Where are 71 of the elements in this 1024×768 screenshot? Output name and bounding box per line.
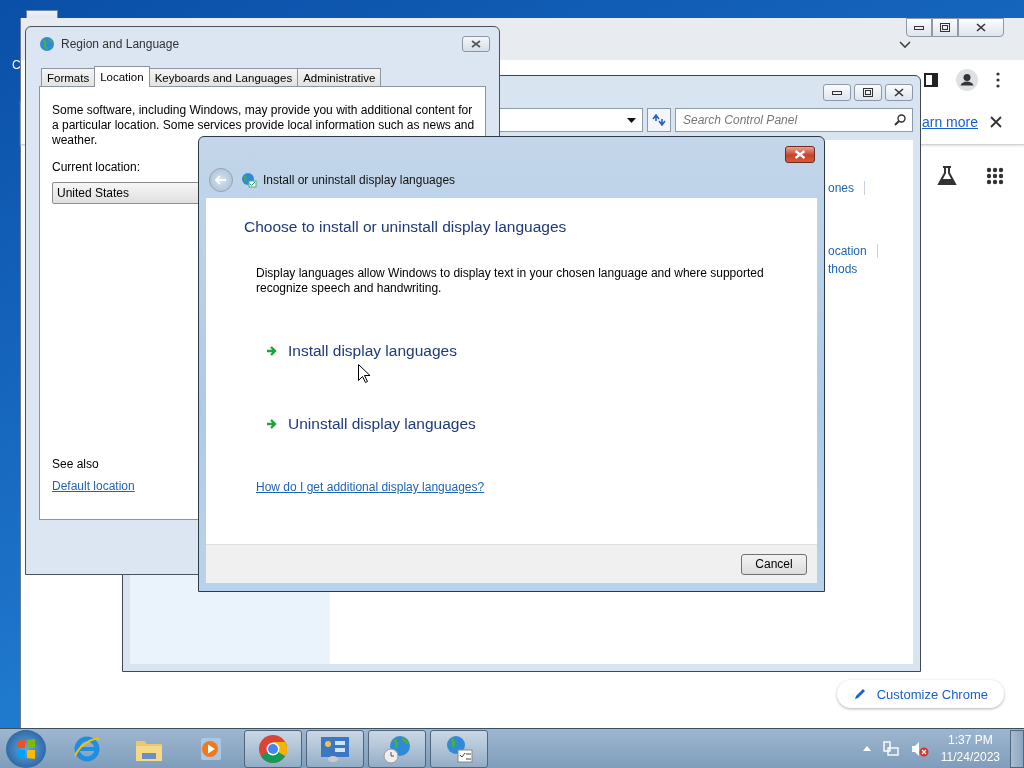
tab[interactable]: Location [94, 66, 150, 87]
media-player-icon [198, 735, 224, 762]
menu-icon[interactable] [996, 72, 1000, 88]
description-text: Display languages allow Windows to display text in your chosen language and where supported recognize speech and handwriting. [256, 266, 765, 296]
start-button[interactable] [6, 729, 46, 768]
customize-chrome-button[interactable]: Customize Chrome [836, 680, 1004, 708]
dropdown-arrow-icon[interactable] [627, 117, 636, 123]
minimize-button[interactable] [906, 18, 932, 37]
refresh-icon [652, 114, 666, 126]
speaker-muted-icon[interactable] [910, 740, 929, 757]
mouse-cursor-icon [358, 364, 370, 383]
show-desktop-button[interactable] [1010, 729, 1024, 768]
close-button[interactable] [958, 18, 1004, 37]
apps-grid-icon[interactable] [986, 167, 1004, 185]
arrow-right-icon [266, 418, 278, 430]
minimize-icon [832, 90, 842, 95]
settings-link[interactable]: ocation [828, 244, 867, 258]
taskbar-button[interactable] [430, 729, 488, 768]
chrome-icon [258, 733, 288, 764]
taskbar-button[interactable] [244, 729, 302, 768]
settings-link[interactable]: ones [828, 181, 855, 195]
minimize-button[interactable] [823, 84, 851, 101]
window-title: Install or uninstall display languages [263, 173, 456, 187]
chevron-down-icon[interactable] [899, 41, 911, 49]
refresh-button[interactable] [647, 108, 671, 132]
arrow-right-icon [266, 345, 278, 357]
close-icon [471, 40, 481, 48]
tab[interactable]: Administrative [297, 68, 382, 86]
tab[interactable]: Keyboards and Languages [148, 68, 299, 86]
globe-clock-icon [382, 733, 412, 764]
restore-icon [940, 23, 950, 32]
close-icon [894, 88, 904, 97]
maximize-button[interactable] [932, 18, 958, 37]
close-icon[interactable] [990, 116, 1002, 128]
help-link[interactable]: How do I get additional display languages? [256, 480, 485, 494]
dialog-heading: Choose to install or uninstall display languages [244, 218, 568, 236]
settings-link[interactable]: thods [828, 262, 858, 276]
close-button[interactable] [785, 146, 815, 163]
back-arrow-icon [215, 175, 227, 185]
current-location-label: Current location: [52, 160, 142, 174]
minimize-icon [914, 25, 924, 30]
globe-icon [39, 36, 55, 52]
restore-icon [863, 88, 873, 97]
flask-icon[interactable] [936, 165, 958, 187]
pencil-icon [852, 687, 867, 701]
close-button[interactable] [462, 36, 490, 52]
see-also-heading: See also [52, 457, 100, 471]
maximize-button[interactable] [854, 84, 882, 101]
option-link[interactable]: Uninstall display languages [288, 415, 476, 433]
taskbar-button[interactable] [306, 729, 364, 768]
control-panel-icon [319, 734, 351, 763]
tab[interactable]: Formats [41, 68, 96, 86]
clock-time: 1:37 PM [948, 731, 993, 749]
clock-date: 11/24/2023 [940, 748, 1000, 766]
search-icon[interactable] [894, 114, 906, 126]
globe-checklist-icon [241, 172, 257, 188]
taskbar-button[interactable] [368, 729, 426, 768]
search-field[interactable]: Search Control Panel [675, 108, 913, 132]
close-button[interactable] [885, 84, 913, 101]
window-title: Region and Language [61, 37, 181, 51]
cancel-button[interactable]: Cancel [741, 553, 807, 575]
profile-icon[interactable] [956, 69, 978, 91]
side-panel-icon[interactable] [924, 73, 938, 87]
windows-flag-icon [14, 736, 38, 761]
close-icon [794, 150, 806, 159]
globe-checklist-icon [444, 733, 474, 764]
close-icon [976, 23, 986, 32]
learn-more-link[interactable]: arn more [921, 114, 978, 130]
desktop-icon-label[interactable]: C [12, 58, 21, 72]
option-link[interactable]: Install display languages [288, 342, 457, 360]
description-text: Some software, including Windows, may provide you with additional content for a particular location. Some services provide local information such as news and weather. [52, 103, 476, 148]
